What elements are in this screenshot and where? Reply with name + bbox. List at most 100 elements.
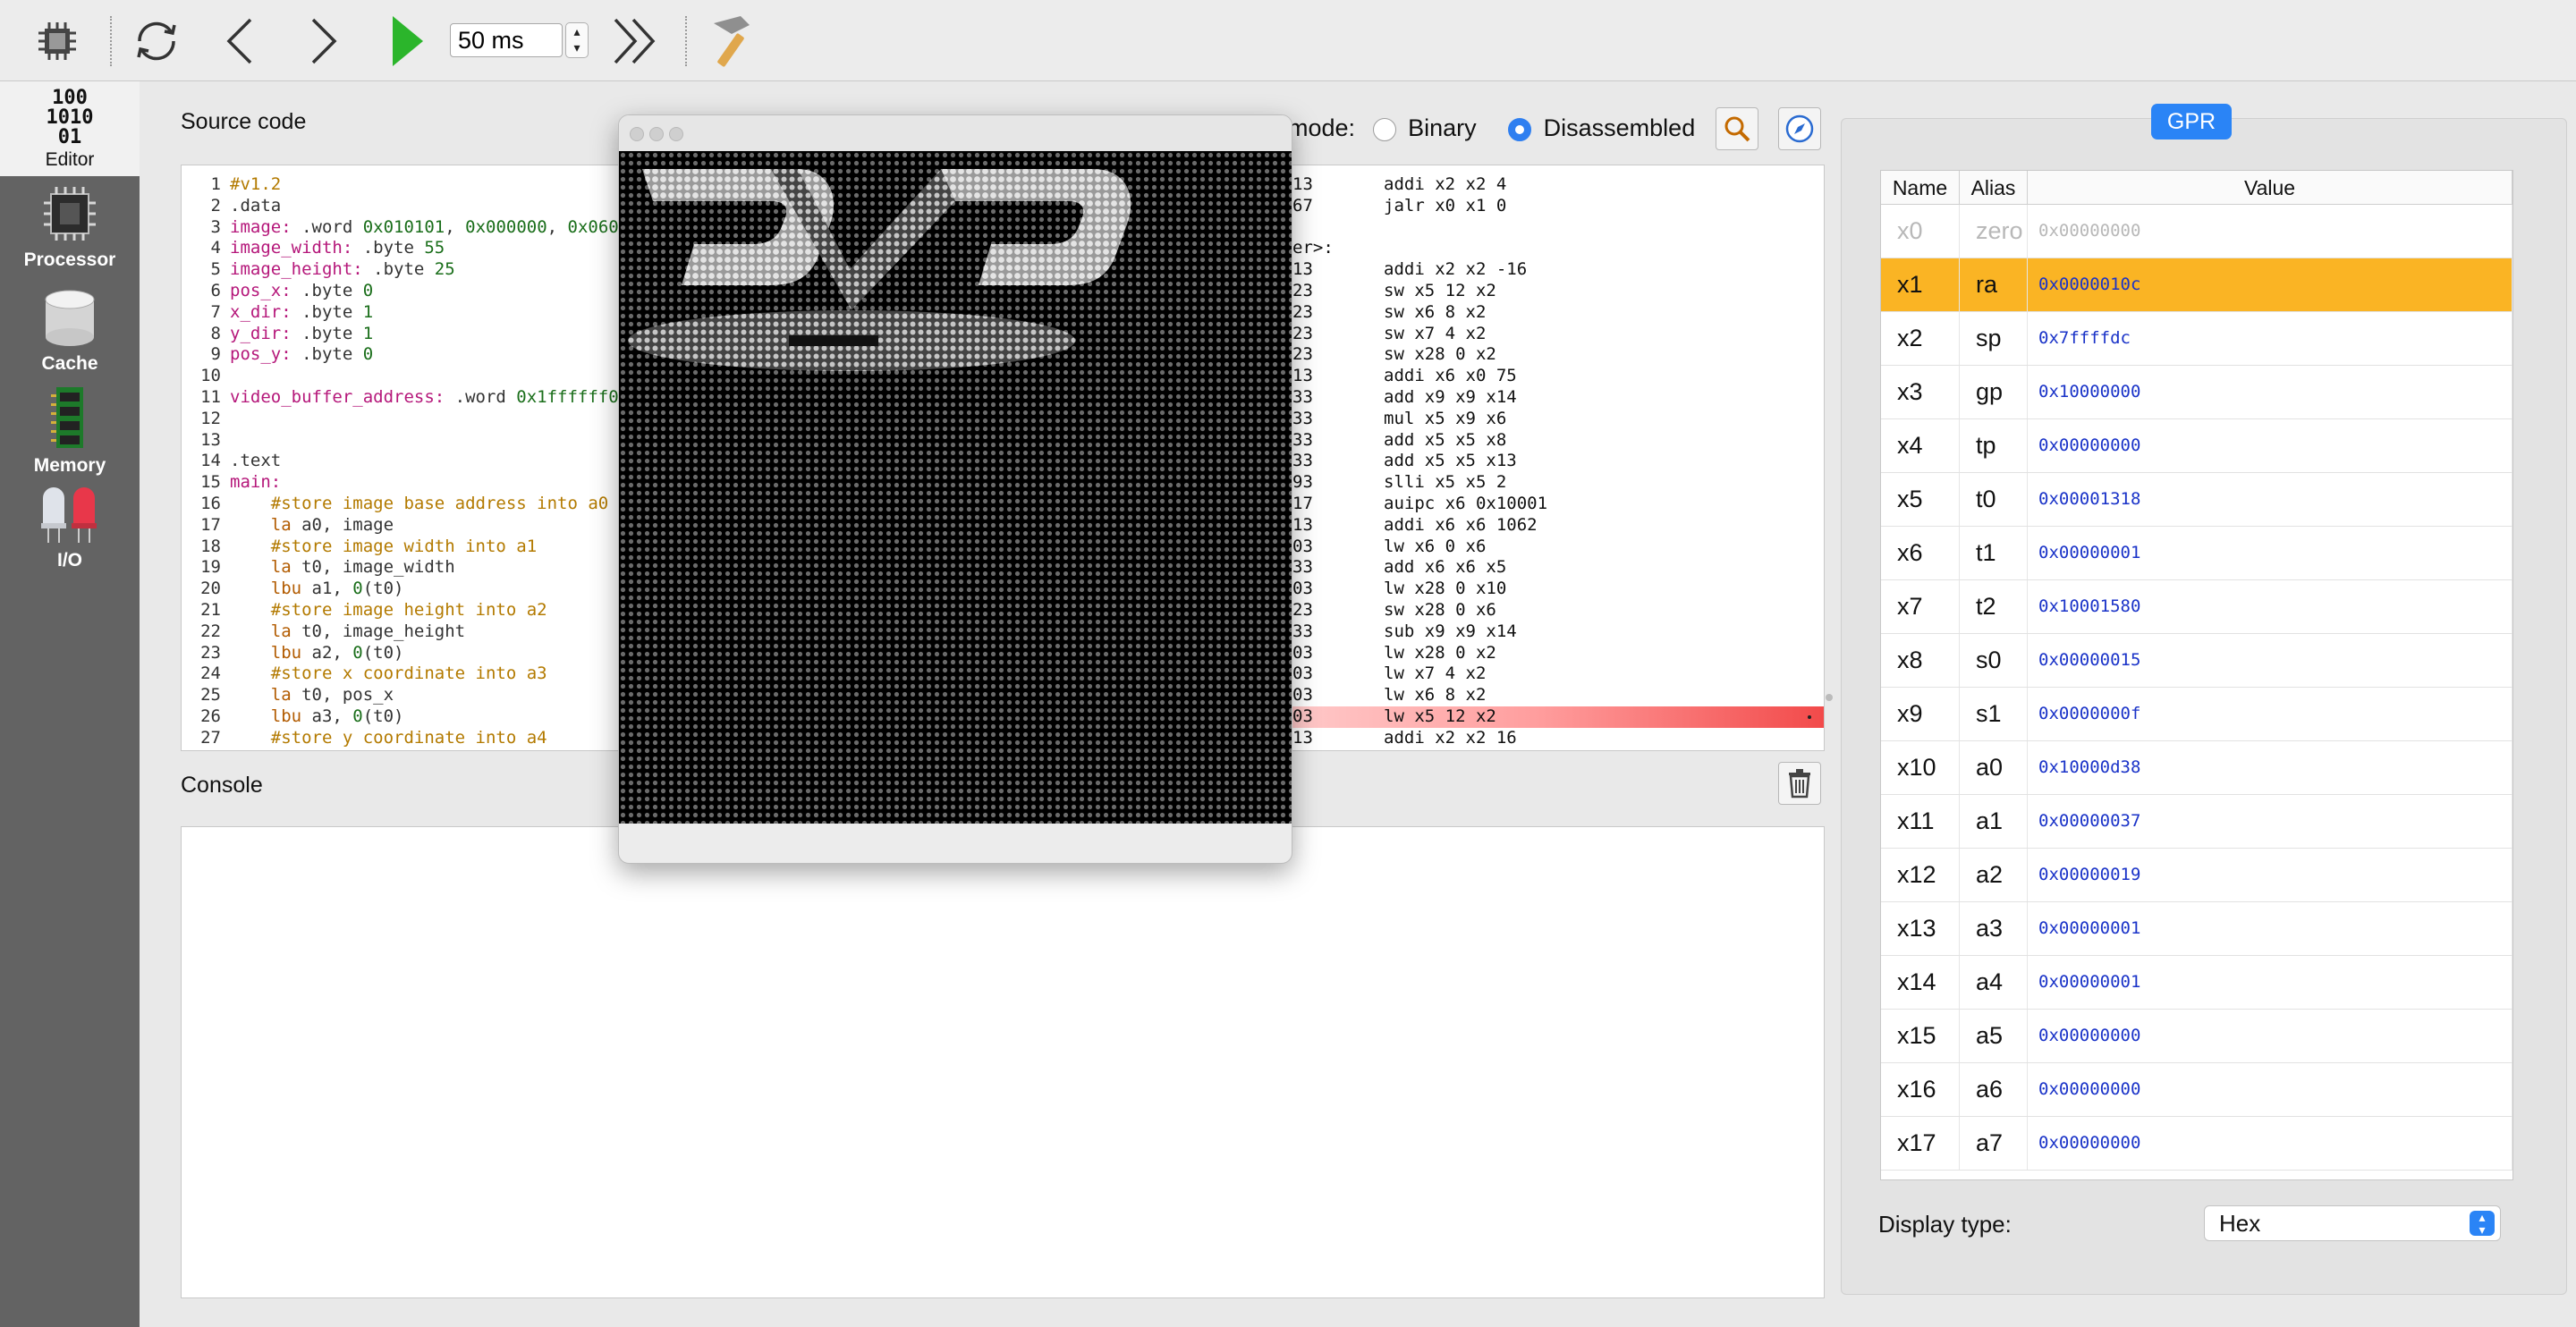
disasm-line[interactable]: 13 addi x6 x6 1062 [1253,515,1824,537]
code-line[interactable]: 16 #store image base address into a0 [182,494,636,515]
register-value[interactable]: 0x00000000 [2028,1117,2512,1170]
register-value[interactable]: 0x00000000 [2028,205,2512,258]
disasm-line[interactable]: 03 lw x28 0 x10 [1253,579,1824,600]
register-row-x1[interactable]: x1 ra 0x0000010c [1881,258,2512,312]
register-value[interactable]: 0x00000015 [2028,634,2512,687]
register-row-x4[interactable]: x4 tp 0x00000000 [1881,419,2512,473]
disasm-line[interactable] [1253,217,1824,239]
step-forward-icon[interactable] [301,14,346,68]
code-line[interactable]: 14 .text [182,451,636,472]
disasm-line[interactable]: 13 addi x6 x0 75 [1253,366,1824,387]
register-row-x3[interactable]: x3 gp 0x10000000 [1881,366,2512,419]
disasm-line[interactable]: 33 add x6 x6 x5 [1253,557,1824,579]
code-line[interactable]: 12 [182,409,636,430]
disasm-line[interactable]: 33 add x5 x5 x8 [1253,430,1824,452]
code-line[interactable]: 1 #v1.2 [182,174,636,196]
sidebar-item-editor[interactable]: 100 1010 01 Editor [0,81,140,176]
register-row-x8[interactable]: x8 s0 0x00000015 [1881,634,2512,688]
register-row-x0[interactable]: x0 zero 0x00000000 [1881,205,2512,258]
window-zoom-button[interactable] [669,127,683,141]
disassembly-view[interactable]: 13 addi x2 x2 4 67 jalr x0 x1 0 er>: 13 addi x… [1252,165,1825,751]
follow-pc-button[interactable] [1778,107,1821,150]
build-hammer-icon[interactable] [699,9,762,72]
code-line[interactable]: 19 la t0, image_width [182,557,636,579]
step-back-icon[interactable] [217,14,262,68]
code-line[interactable]: 25 la t0, pos_x [182,685,636,706]
sidebar-item-cache[interactable]: Cache [0,289,140,378]
register-value[interactable]: 0x00000037 [2028,795,2512,848]
code-line[interactable]: 18 #store image width into a1 [182,537,636,558]
code-line[interactable]: 7 x_dir: .byte 1 [182,302,636,324]
register-value[interactable]: 0x00000001 [2028,956,2512,1009]
register-row-x11[interactable]: x11 a1 0x00000037 [1881,795,2512,849]
locate-pc-button[interactable] [1716,107,1758,150]
register-row-x12[interactable]: x12 a2 0x00000019 [1881,849,2512,902]
code-line[interactable]: 11 video_buffer_address: .word 0x1ffffff0 [182,387,636,409]
disasm-line-current[interactable]: 03 lw x5 12 x2 [1253,706,1824,728]
console-output[interactable] [181,826,1825,1298]
register-value[interactable]: 0x00000001 [2028,527,2512,579]
code-line[interactable]: 2 .data [182,196,636,217]
disasm-line[interactable]: 23 sw x5 12 x2 [1253,281,1824,302]
run-to-end-icon[interactable] [608,14,662,68]
register-value[interactable]: 0x00000000 [2028,419,2512,472]
code-line[interactable]: 20 lbu a1, 0(t0) [182,579,636,600]
disasm-line[interactable]: 13 addi x2 x2 4 [1253,174,1824,196]
register-value[interactable]: 0x00000000 [2028,1063,2512,1116]
disasm-line[interactable]: 17 auipc x6 0x10001 [1253,494,1824,515]
register-value[interactable]: 0x7ffffdc [2028,312,2512,365]
sidebar-item-memory[interactable]: Memory [0,385,140,478]
sidebar-item-processor[interactable]: Processor [0,185,140,278]
disasm-line[interactable]: 33 sub x9 x9 x14 [1253,621,1824,643]
clear-console-button[interactable] [1778,762,1821,805]
register-row-x5[interactable]: x5 t0 0x00001318 [1881,473,2512,527]
run-icon[interactable] [385,13,429,70]
register-row-x14[interactable]: x14 a4 0x00000001 [1881,956,2512,1010]
source-code-editor[interactable]: 1 #v1.2 2 .data 3 image: .word 0x010101, 0x00… [181,165,637,751]
disasm-line[interactable]: 13 addi x2 x2 -16 [1253,259,1824,281]
code-line[interactable]: 3 image: .word 0x010101, 0x000000, 0x0606 [182,217,636,239]
window-minimize-button[interactable] [649,127,664,141]
register-row-x16[interactable]: x16 a6 0x00000000 [1881,1063,2512,1117]
speed-stepper[interactable]: ▴ ▾ [565,22,589,58]
register-row-x6[interactable]: x6 t1 0x00000001 [1881,527,2512,580]
display-type-select[interactable]: Hex ▴ ▾ [2204,1205,2501,1241]
speed-input[interactable] [450,23,563,57]
register-row-x10[interactable]: x10 a0 0x10000d38 [1881,741,2512,795]
disasm-line[interactable]: 23 sw x28 0 x6 [1253,600,1824,621]
register-row-x15[interactable]: x15 a5 0x00000000 [1881,1010,2512,1063]
register-value[interactable]: 0x10000d38 [2028,741,2512,794]
binary-radio[interactable] [1372,117,1396,141]
disasm-line[interactable]: 33 add x9 x9 x14 [1253,387,1824,409]
register-table[interactable]: Name Alias Value x0 zero 0x00000000 x1 ra 0x0… [1880,170,2513,1180]
chip-icon[interactable] [34,18,80,64]
code-line[interactable]: 10 [182,366,636,387]
register-value[interactable]: 0x00001318 [2028,473,2512,526]
disasm-line[interactable]: 03 lw x6 8 x2 [1253,685,1824,706]
window-close-button[interactable] [630,127,644,141]
code-line[interactable]: 23 lbu a2, 0(t0) [182,643,636,664]
disasm-line[interactable]: 93 slli x5 x5 2 [1253,472,1824,494]
disasm-line[interactable]: 67 jalr x0 x1 0 [1253,196,1824,217]
register-value[interactable]: 0x00000019 [2028,849,2512,901]
code-line[interactable]: 15 main: [182,472,636,494]
io-display-window[interactable] [618,114,1292,864]
code-line[interactable]: 27 #store y coordinate into a4 [182,728,636,749]
disasm-line[interactable]: 03 lw x7 4 x2 [1253,664,1824,685]
register-row-x7[interactable]: x7 t2 0x10001580 [1881,580,2512,634]
disasm-line[interactable]: er>: [1253,238,1824,259]
code-line[interactable]: 13 [182,430,636,452]
code-line[interactable]: 24 #store x coordinate into a3 [182,664,636,685]
sidebar-item-io[interactable]: I/O [0,480,140,579]
disasm-line[interactable]: 03 lw x6 0 x6 [1253,537,1824,558]
window-titlebar[interactable] [619,115,1292,151]
register-value[interactable]: 0x10001580 [2028,580,2512,633]
column-header-name[interactable]: Name [1881,171,1960,205]
column-header-alias[interactable]: Alias [1960,171,2028,205]
code-line[interactable]: 26 lbu a3, 0(t0) [182,706,636,728]
reset-icon[interactable] [127,13,186,70]
disasm-line[interactable]: 23 sw x28 0 x2 [1253,344,1824,366]
splitter-handle[interactable] [1826,694,1833,701]
code-line[interactable]: 6 pos_x: .byte 0 [182,281,636,302]
code-line[interactable]: 8 y_dir: .byte 1 [182,324,636,345]
